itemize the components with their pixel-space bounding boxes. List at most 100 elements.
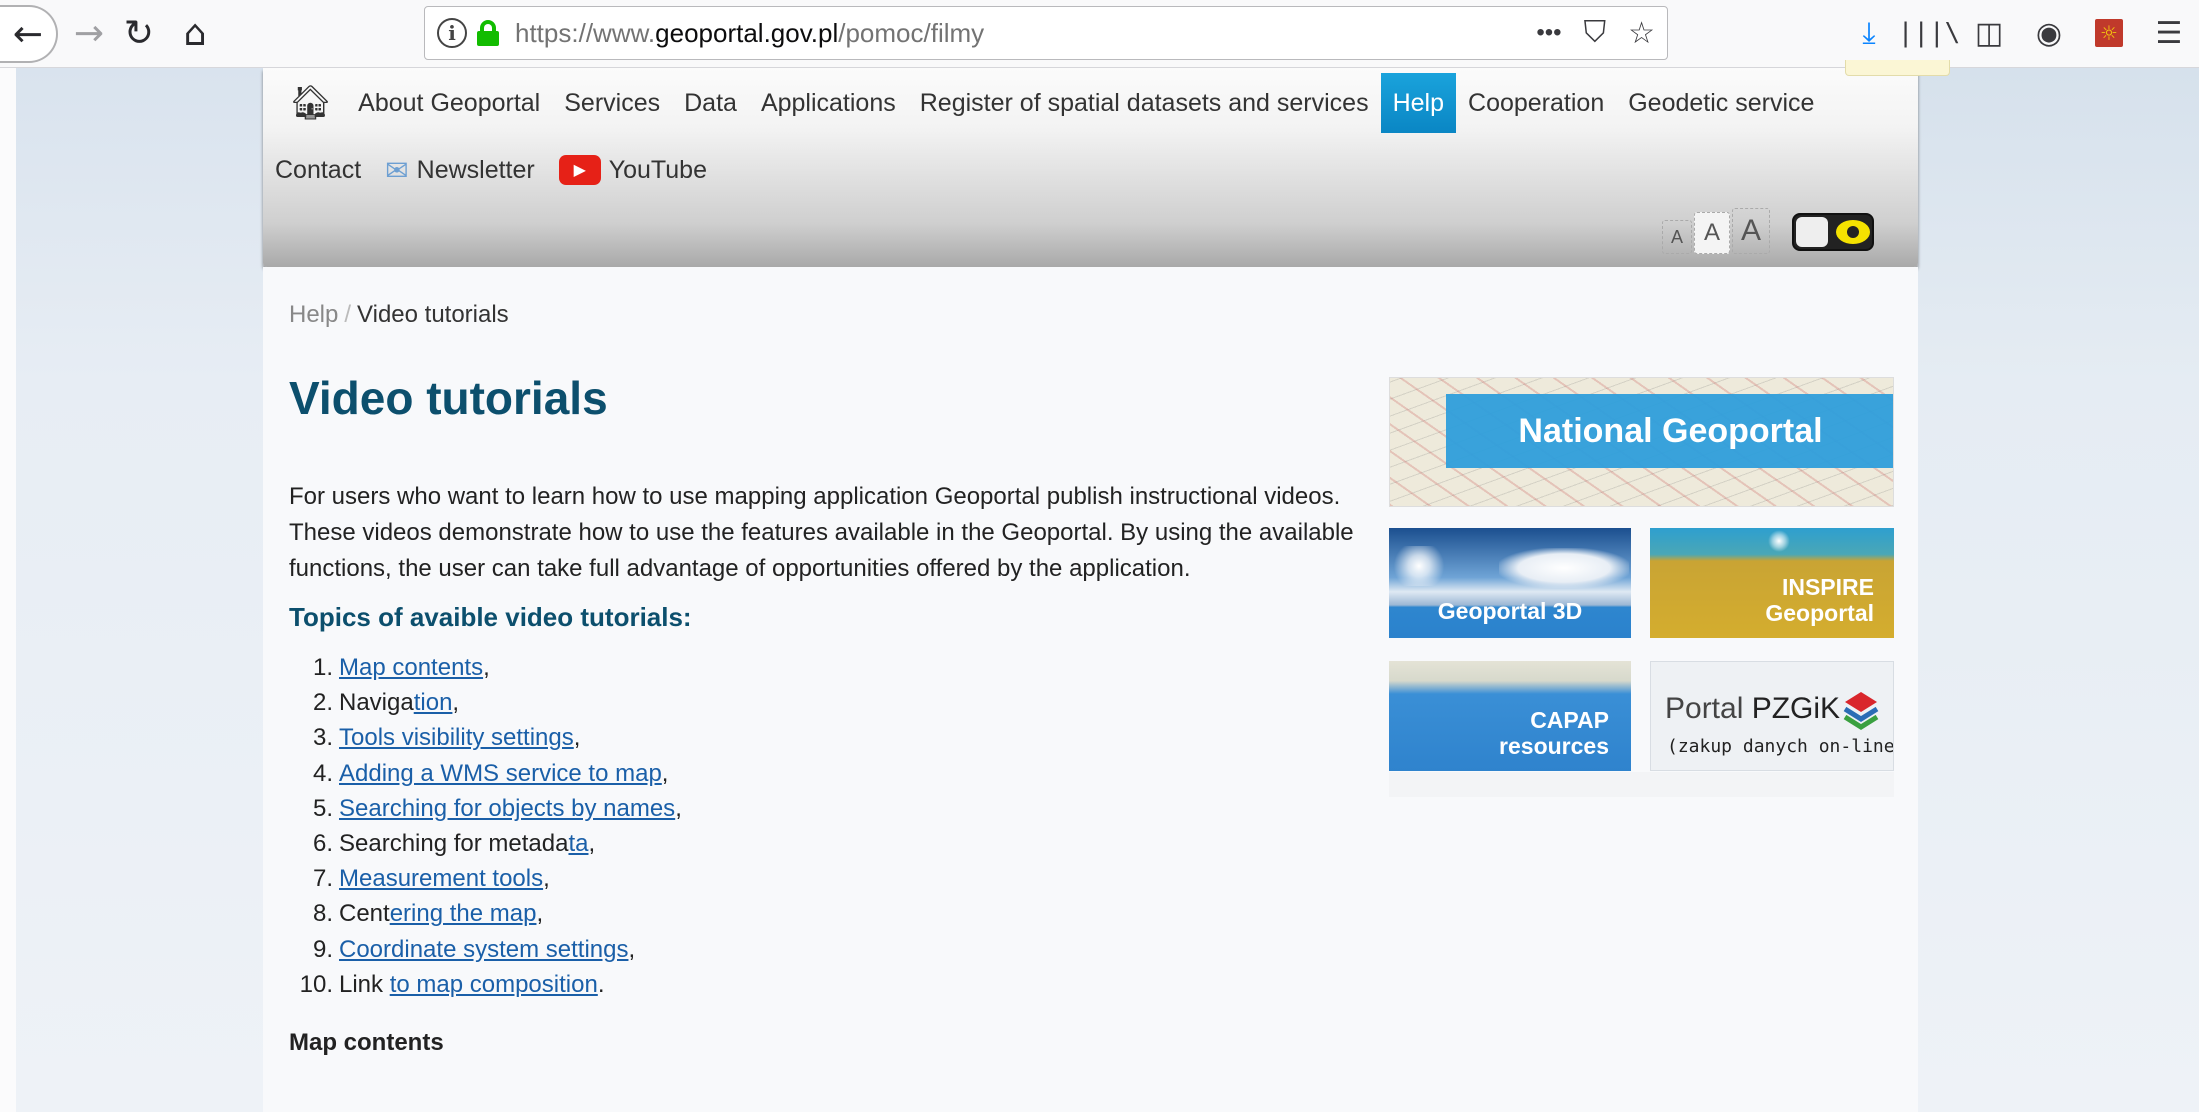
- breadcrumb-help-link[interactable]: Help: [289, 301, 338, 328]
- topic-link-map-contents[interactable]: Map contents: [339, 654, 483, 681]
- topic-link-navigation[interactable]: tion: [414, 689, 453, 716]
- menu-item-help[interactable]: Help: [1380, 73, 1457, 133]
- url-path: /pomoc/filmy: [838, 17, 985, 48]
- font-size-large-button[interactable]: A: [1732, 208, 1770, 254]
- topic-link-map-composition[interactable]: to map composition: [390, 971, 598, 998]
- geoportal-3d-label: Geoportal 3D: [1437, 598, 1583, 624]
- youtube-icon: ▶: [558, 155, 601, 185]
- sun-graphic: [1389, 546, 1449, 586]
- menu-icon[interactable]: ☰: [2146, 10, 2192, 56]
- capap-resources-banner[interactable]: CAPAP resources: [1389, 661, 1631, 771]
- sidebar-icon[interactable]: ◫: [1966, 10, 2012, 56]
- eye-icon: [1836, 220, 1870, 244]
- capap-label: CAPAP resources: [1499, 707, 1609, 759]
- national-geoportal-label: National Geoportal: [1446, 394, 1893, 468]
- inspire-label-line2: Geoportal: [1765, 600, 1874, 626]
- url-domain: geoportal.gov.pl: [655, 17, 839, 48]
- topic-link-coordinate-system[interactable]: Coordinate system settings: [339, 936, 628, 963]
- portal-pzgik-banner[interactable]: Portal PZGiK (zakup danych on-line): [1650, 661, 1894, 771]
- list-item: 5. Searching for objects by names,: [312, 794, 682, 822]
- high-contrast-toggle[interactable]: [1792, 213, 1874, 251]
- inspire-label-line1: INSPIRE: [1781, 574, 1874, 600]
- intro-paragraph: For users who want to learn how to use m…: [289, 483, 1354, 582]
- envelope-icon: ✉: [385, 154, 409, 186]
- list-item: 9. Coordinate system settings,: [312, 935, 636, 963]
- toolbar-right: ⤓ |||\ ◫ ◉ ☼ ☰: [1839, 10, 2199, 56]
- background-left: [16, 68, 263, 1112]
- back-button[interactable]: ←: [0, 5, 58, 63]
- browser-toolbar: ← → ↻ ⌂ i https://www.geoportal.gov.pl/p…: [0, 0, 2199, 68]
- banner-panel-footer: [1389, 772, 1894, 797]
- page-left-edge: [0, 68, 16, 1112]
- capap-label-line1: CAPAP: [1530, 707, 1609, 733]
- reload-button[interactable]: ↻: [116, 10, 162, 56]
- topics-list: 1. Map contents, 2. Navigation, 3. Tools vi…: [289, 650, 682, 1002]
- menu-row-primary: 🏠︎ About Geoportal Services Data Applica…: [275, 73, 1826, 133]
- url-text[interactable]: https://www.geoportal.gov.pl/pomoc/filmy: [515, 18, 984, 49]
- arrow-right-icon: →: [73, 12, 105, 54]
- topic-link-tools-visibility[interactable]: Tools visibility settings: [339, 724, 574, 751]
- breadcrumb-separator: /: [344, 301, 352, 328]
- capap-label-line2: resources: [1499, 733, 1609, 759]
- breadcrumb-current: Video tutorials: [357, 301, 509, 328]
- list-item: 1. Map contents,: [312, 654, 490, 681]
- home-icon[interactable]: 🏠︎: [275, 83, 346, 123]
- topic-link-centering-map[interactable]: ering the map: [390, 900, 537, 927]
- inspire-geoportal-banner[interactable]: INSPIRE Geoportal: [1650, 528, 1894, 638]
- menu-item-services[interactable]: Services: [552, 73, 672, 133]
- toggle-knob: [1796, 217, 1828, 247]
- extension-button[interactable]: ☼: [2086, 10, 2132, 56]
- url-actions: ••• ⛉ ☆: [1536, 7, 1655, 59]
- inspire-label: INSPIRE Geoportal: [1765, 574, 1874, 626]
- menu-item-register[interactable]: Register of spatial datasets and service…: [908, 73, 1381, 133]
- list-item: 6. Searching for metadata,: [312, 829, 596, 857]
- topic-link-wms-service[interactable]: Adding a WMS service to map: [339, 760, 662, 787]
- topic-link-measurement-tools[interactable]: Measurement tools: [339, 865, 543, 892]
- menu-item-contact[interactable]: Contact: [263, 140, 373, 200]
- section-subheading: Map contents: [289, 1029, 444, 1056]
- list-item: 4. Adding a WMS service to map,: [312, 759, 669, 787]
- arrow-left-icon: ←: [12, 13, 44, 55]
- reload-icon: ↻: [123, 12, 155, 54]
- font-size-medium-button[interactable]: A: [1694, 212, 1730, 254]
- font-size-controls: A A A: [1662, 208, 1770, 254]
- forward-button[interactable]: →: [66, 10, 112, 56]
- download-icon[interactable]: ⤓: [1846, 10, 1892, 56]
- list-item: 3. Tools visibility settings,: [312, 724, 581, 752]
- bookmark-star-icon[interactable]: ☆: [1628, 16, 1655, 51]
- address-bar[interactable]: i https://www.geoportal.gov.pl/pomoc/fil…: [424, 6, 1668, 60]
- menu-item-cooperation[interactable]: Cooperation: [1456, 73, 1616, 133]
- menu-item-data[interactable]: Data: [672, 73, 749, 133]
- pzgik-subtitle: (zakup danych on-line): [1667, 736, 1894, 757]
- list-item: 8. Centering the map,: [312, 900, 544, 928]
- extension-icon: ☼: [2095, 19, 2123, 47]
- list-item: 2. Navigation,: [312, 689, 460, 717]
- topic-link-search-objects[interactable]: Searching for objects by names: [339, 795, 675, 822]
- menu-item-newsletter[interactable]: ✉ Newsletter: [373, 140, 547, 200]
- pocket-icon[interactable]: ⛉: [1584, 16, 1607, 50]
- list-item: 7. Measurement tools,: [312, 865, 550, 893]
- home-button[interactable]: ⌂: [172, 10, 218, 56]
- main-content: Help / Video tutorials Video tutorials For…: [263, 267, 1918, 1112]
- home-icon: ⌂: [183, 12, 207, 54]
- breadcrumb: Help / Video tutorials: [289, 301, 509, 329]
- font-size-small-button[interactable]: A: [1662, 220, 1692, 254]
- layers-icon: [1843, 692, 1879, 730]
- geoportal-3d-banner[interactable]: Geoportal 3D: [1389, 528, 1631, 638]
- menu-item-youtube[interactable]: ▶ YouTube: [547, 140, 719, 200]
- pzgik-title-strong: PZGiK: [1751, 692, 1841, 725]
- more-actions-icon[interactable]: •••: [1536, 19, 1561, 47]
- library-icon[interactable]: |||\: [1898, 10, 1961, 56]
- national-geoportal-banner[interactable]: National Geoportal: [1389, 377, 1894, 507]
- menu-item-applications[interactable]: Applications: [749, 73, 908, 133]
- menu-item-about[interactable]: About Geoportal: [346, 73, 552, 133]
- info-icon[interactable]: i: [437, 18, 467, 48]
- account-icon[interactable]: ◉: [2026, 10, 2072, 56]
- list-item: 10. Link to map composition.: [299, 970, 605, 998]
- menu-item-geodetic[interactable]: Geodetic service: [1616, 73, 1826, 133]
- background-right: [1918, 68, 2199, 1112]
- page-title: Video tutorials: [289, 372, 608, 424]
- site-navigation: 🏠︎ About Geoportal Services Data Applica…: [263, 68, 1918, 267]
- youtube-label: YouTube: [608, 155, 707, 184]
- topic-link-search-metadata[interactable]: ta: [568, 830, 588, 857]
